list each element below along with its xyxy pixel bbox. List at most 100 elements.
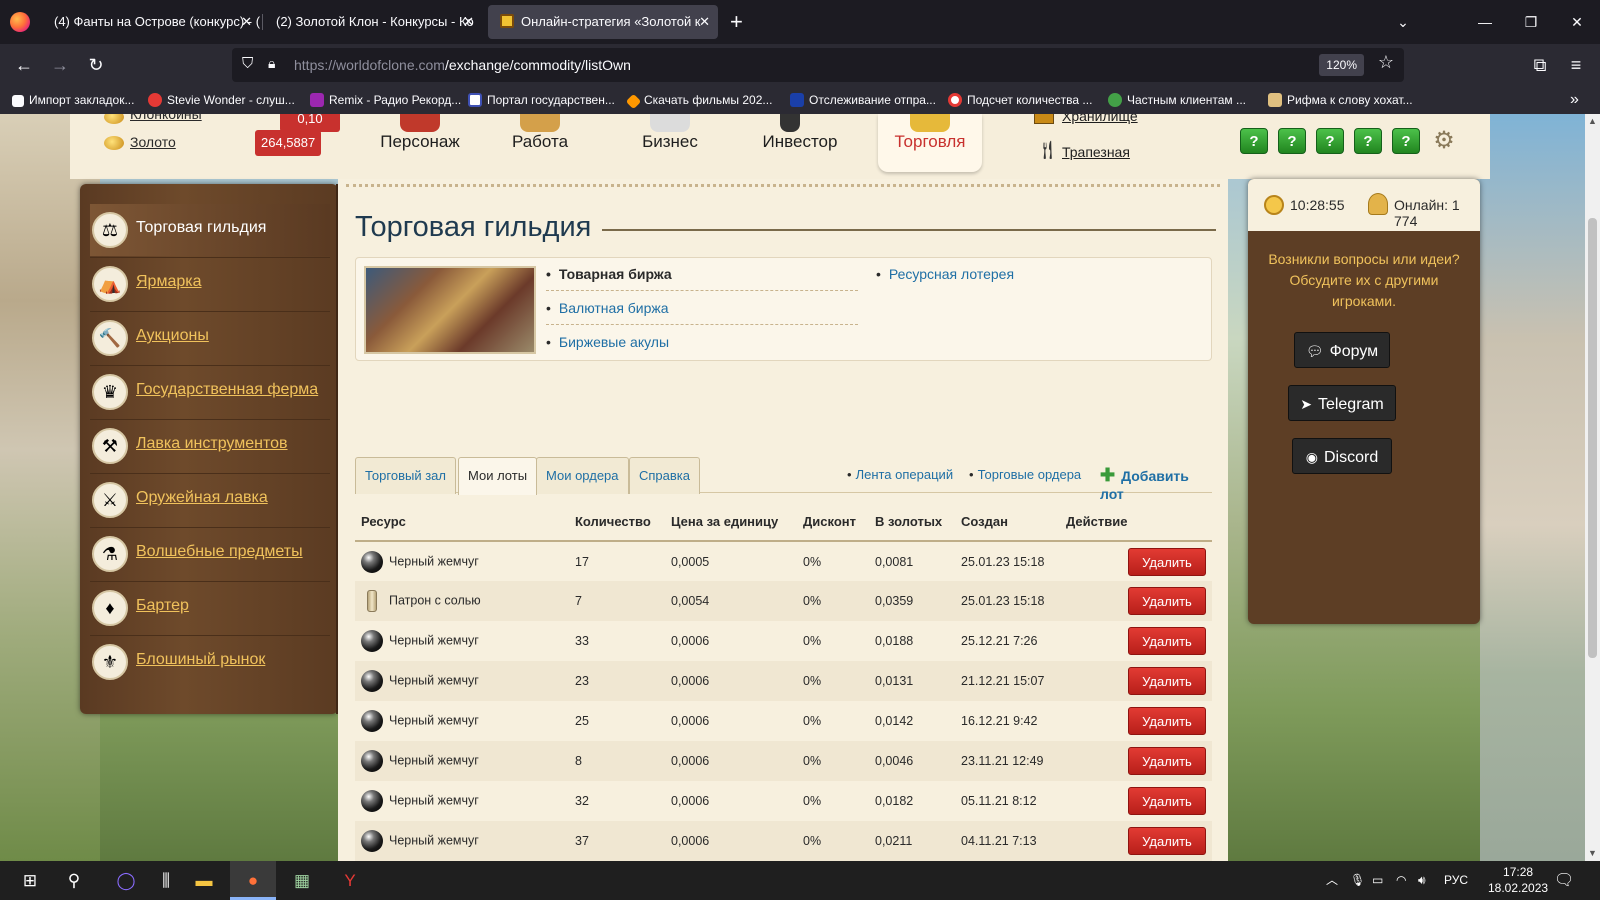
nav-business[interactable]: Бизнес [625,114,715,152]
sidebar-item-auctions[interactable]: 🔨 Аукционы [90,312,330,364]
delete-lot-button[interactable]: Удалить [1128,787,1206,815]
lock-icon[interactable]: 🔒︎ [268,55,275,72]
scrollbar-thumb[interactable] [1588,218,1597,658]
sidebar-item-state-farm[interactable]: ♛ Государственная ферма [90,366,330,418]
firefox-logo-icon[interactable] [10,12,30,32]
more-bookmarks-chevron-icon[interactable]: » [1570,86,1579,114]
browser-tab-2[interactable]: (2) Золотой Клон - Конкурсы - Ко ✕ [264,5,482,39]
delete-lot-button[interactable]: Удалить [1128,547,1206,576]
extensions-icon[interactable]: ⧉ [1526,51,1554,79]
bookmark-item[interactable]: Отслеживание отпра... [790,86,936,114]
bookmark-item[interactable]: Импорт закладок... [12,86,134,114]
quest-box[interactable]: ? [1392,128,1420,154]
delete-lot-button[interactable]: Удалить [1128,627,1206,655]
file-explorer-icon[interactable]: ▬ [184,861,224,900]
bookmark-item[interactable]: Частным клиентам ... [1108,86,1246,114]
sidebar-item-tool-shop[interactable]: ⚒ Лавка инструментов [90,420,330,472]
battery-icon[interactable]: ▭ [1372,861,1383,900]
tab-my-orders[interactable]: Мои ордера [536,457,629,494]
tab-my-lots[interactable]: Мои лоты [458,457,538,495]
gold-link[interactable]: Золото [130,134,176,150]
trade-orders-link[interactable]: Торговые ордера [969,467,1082,482]
close-icon[interactable]: ✕ [699,5,710,39]
window-close-icon[interactable]: ✕ [1554,0,1600,44]
reload-icon[interactable]: ↻ [82,51,110,79]
task-view-icon[interactable]: ⫼ [146,861,186,900]
quest-box[interactable]: ? [1278,128,1306,154]
sidebar-item-weapon-shop[interactable]: ⚔ Оружейная лавка [90,474,330,526]
close-icon[interactable]: ✕ [241,5,252,39]
taskbar-clock[interactable]: 17:28 18.02.2023 [1488,864,1548,896]
tab-help[interactable]: Справка [629,457,700,494]
delete-lot-button[interactable]: Удалить [1128,667,1206,695]
dining-link[interactable]: Трапезная [1062,144,1130,160]
alice-assistant-icon[interactable]: ◯ [106,861,146,900]
operations-feed-link[interactable]: Лента операций [847,467,954,482]
delete-lot-button[interactable]: Удалить [1128,587,1206,615]
microphone-icon[interactable]: 🎙︎ [1350,861,1365,900]
discord-button[interactable]: ◉ Discord [1292,438,1392,474]
sidebar-item-magic-items[interactable]: ⚗ Волшебные предметы [90,528,330,580]
yandex-browser-icon[interactable]: Y [330,861,370,900]
storage-link[interactable]: Хранилище [1062,114,1138,124]
wifi-icon[interactable]: ◠ [1396,861,1406,900]
url-text[interactable]: https://worldofclone.com/exchange/commod… [294,48,631,82]
bookmark-item[interactable]: Подсчет количества ... [948,86,1092,114]
sidebar-item-flea-market[interactable]: ⚜ Блошиный рынок [90,636,330,688]
firefox-taskbar-icon[interactable]: ● [230,861,276,900]
scroll-down-arrow-icon[interactable]: ▼ [1587,848,1598,858]
zoom-level-badge[interactable]: 120% [1319,54,1364,76]
currency-exchange-link[interactable]: Валютная биржа [546,300,669,316]
tab-trading-hall[interactable]: Торговый зал [355,457,456,494]
nav-work[interactable]: Работа [495,114,585,152]
bookmark-star-icon[interactable]: ☆ [1378,52,1394,73]
nav-trade-active[interactable]: Торговля [878,114,982,172]
nav-character[interactable]: Персонаж [370,114,470,152]
page-scrollbar[interactable]: ▲ ▼ [1585,114,1600,861]
quest-box[interactable]: ? [1354,128,1382,154]
delete-lot-button[interactable]: Удалить [1128,827,1206,855]
calculator-icon[interactable]: ▦ [282,861,322,900]
bookmark-item[interactable]: Портал государствен... [468,86,615,114]
bookmark-item[interactable]: Stevie Wonder - слуш... [148,86,295,114]
language-indicator[interactable]: РУС [1444,861,1468,900]
quest-box[interactable]: ? [1316,128,1344,154]
resource-lottery-link[interactable]: Ресурсная лотерея [876,266,1014,282]
tab-list-chevron-icon[interactable]: ⌄ [1380,0,1426,44]
cell-created: 25.01.23 15:18 [961,554,1045,569]
close-icon[interactable]: ✕ [463,5,474,39]
browser-tab-active[interactable]: Онлайн-стратегия «Золотой к ✕ [488,5,718,39]
sidebar-item-trade-guild[interactable]: ⚖ Торговая гильдия [90,204,330,256]
delete-lot-button[interactable]: Удалить [1128,707,1206,735]
back-arrow-icon[interactable]: ← [10,51,38,79]
tray-chevron-icon[interactable]: ︿ [1326,861,1338,900]
address-bar[interactable]: ⛉ 🔒︎ https://worldofclone.com/exchange/c… [232,48,1404,82]
scroll-up-arrow-icon[interactable]: ▲ [1587,116,1598,126]
search-icon[interactable]: ⚲ [54,861,94,900]
nav-investor[interactable]: Инвестор [750,114,850,152]
quest-box[interactable]: ? [1240,128,1268,154]
settings-gear-icon[interactable]: ⚙ [1430,128,1458,154]
browser-tab-1[interactable]: (4) Фанты на Острове (конкурс) - ( ✕ [42,5,260,39]
add-lot-button[interactable]: ✚ Добавить лот [1100,465,1212,502]
forum-button[interactable]: 💬︎ Форум [1294,332,1390,368]
windows-start-icon[interactable]: ⊞ [10,861,50,900]
volume-icon[interactable]: 🔊︎ [1418,861,1426,900]
new-tab-plus-icon[interactable]: + [730,9,743,35]
telegram-button[interactable]: ➤ Telegram [1288,385,1396,421]
delete-lot-button[interactable]: Удалить [1128,747,1206,775]
commodity-exchange-link[interactable]: Товарная биржа [546,266,672,282]
sidebar-item-barter[interactable]: ♦ Бартер [90,582,330,634]
menu-hamburger-icon[interactable]: ≡ [1562,51,1590,79]
bookmark-item[interactable]: Рифма к слову хохат... [1268,86,1413,114]
shield-icon[interactable]: ⛉ [242,55,253,72]
exchange-sharks-link[interactable]: Биржевые акулы [546,334,669,350]
bookmark-item[interactable]: Remix - Радио Рекорд... [310,86,461,114]
bookmark-item[interactable]: Скачать фильмы 202... [625,86,772,114]
minimize-icon[interactable]: — [1462,0,1508,44]
sidebar-item-fair[interactable]: ⛺ Ярмарка [90,258,330,310]
restore-icon[interactable]: ❐ [1508,0,1554,44]
notifications-icon[interactable]: 🗨︎ [1554,861,1574,900]
clonecoin-link[interactable]: Клонкойны [130,114,202,122]
forward-arrow-icon[interactable]: → [46,51,74,79]
